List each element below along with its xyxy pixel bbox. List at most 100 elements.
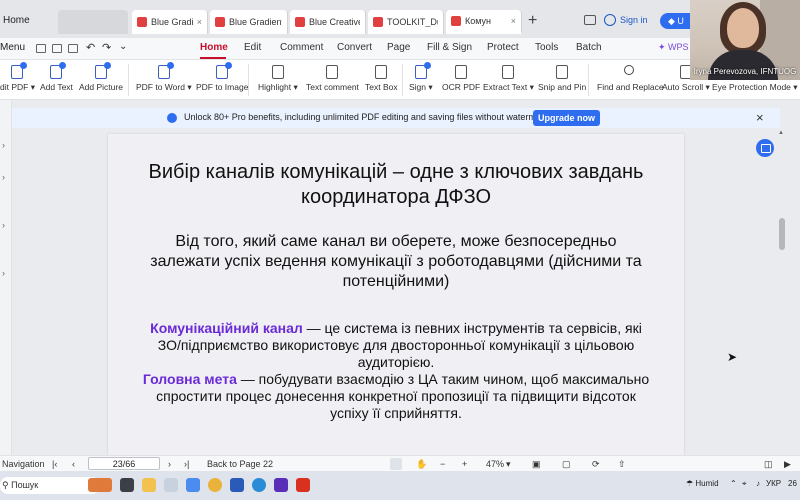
text-box-button[interactable]: Text Box bbox=[365, 64, 398, 92]
next-page-icon[interactable]: › bbox=[168, 459, 171, 469]
network-icon[interactable]: ⌖ bbox=[742, 479, 747, 489]
ocr-pdf-button[interactable]: OCR PDF bbox=[442, 64, 480, 92]
snip-and-pin-button[interactable]: Snip and Pin bbox=[538, 64, 586, 92]
slide-body: Комунікаційний канал — це система із пев… bbox=[116, 320, 676, 422]
tab-label: Комун bbox=[465, 16, 492, 26]
folder-icon[interactable] bbox=[36, 44, 46, 53]
select-tool-icon[interactable] bbox=[390, 458, 402, 470]
back-to-page-link[interactable]: Back to Page 22 bbox=[207, 459, 273, 469]
menu-convert[interactable]: Convert bbox=[337, 42, 372, 53]
menu-button[interactable]: Menu bbox=[0, 42, 25, 53]
pdf-icon bbox=[373, 17, 383, 27]
menu-home[interactable]: Home bbox=[200, 42, 228, 53]
sign-in-button[interactable]: Sign in bbox=[604, 14, 648, 26]
text-comment-button[interactable]: Text comment bbox=[306, 64, 359, 92]
sign-button[interactable]: Sign ▾ bbox=[409, 62, 433, 93]
extract-text-button[interactable]: Extract Text ▾ bbox=[483, 64, 534, 93]
window-icon[interactable] bbox=[584, 15, 596, 25]
tab-document-active[interactable]: Комун × bbox=[446, 10, 522, 34]
highlight-button[interactable]: Highlight ▾ bbox=[258, 64, 298, 93]
menu-protect[interactable]: Protect bbox=[487, 42, 519, 53]
zoom-level[interactable]: 47% bbox=[486, 459, 504, 469]
close-icon[interactable]: × bbox=[197, 17, 202, 27]
panel-marker[interactable]: › bbox=[2, 140, 5, 150]
ribbon-divider bbox=[128, 64, 129, 96]
tab-document[interactable]: Blue Gradient I bbox=[210, 10, 288, 34]
word-icon[interactable] bbox=[230, 478, 244, 492]
chevron-down-icon[interactable]: ▾ bbox=[506, 459, 511, 470]
close-icon[interactable]: × bbox=[511, 16, 516, 26]
fit-page-icon[interactable]: ▣ bbox=[532, 459, 541, 470]
new-tab-button[interactable]: + bbox=[528, 12, 537, 30]
edge-icon[interactable] bbox=[252, 478, 266, 492]
menu-batch[interactable]: Batch bbox=[576, 42, 602, 53]
panel-marker[interactable]: › bbox=[2, 172, 5, 182]
zoom-in-icon[interactable]: + bbox=[462, 459, 467, 469]
save-icon[interactable] bbox=[52, 44, 62, 53]
store-icon[interactable] bbox=[186, 478, 200, 492]
menu-tools[interactable]: Tools bbox=[535, 42, 558, 53]
tab-home[interactable]: Home bbox=[0, 8, 56, 34]
page-number-input[interactable]: 23/66 bbox=[88, 457, 160, 470]
pdf-to-word-button[interactable]: PDF to Word ▾ bbox=[136, 62, 192, 93]
rotate-icon[interactable]: ⟳ bbox=[592, 459, 600, 470]
clock[interactable]: 26 bbox=[788, 479, 797, 488]
reading-mode-icon[interactable]: ◫ bbox=[764, 459, 773, 470]
tab-document[interactable]: Blue Gradien × bbox=[132, 10, 208, 34]
mouse-cursor-icon: ➤ bbox=[727, 350, 738, 364]
volume-icon[interactable]: ♪ bbox=[756, 479, 760, 488]
navigation-toggle[interactable]: Navigation bbox=[2, 459, 45, 469]
zoom-out-icon[interactable]: − bbox=[440, 459, 445, 469]
widget-icon[interactable] bbox=[88, 478, 112, 492]
pdf-page[interactable]: Вибір каналів комунікацій – одне з ключо… bbox=[108, 134, 684, 455]
weather-widget[interactable]: ☂ Humid bbox=[686, 479, 719, 488]
file-explorer-icon[interactable] bbox=[142, 478, 156, 492]
scroll-up-arrow[interactable]: ▲ bbox=[778, 130, 784, 136]
tab-document[interactable]: TOOLKIT_Duali bbox=[368, 10, 444, 34]
tab-blank[interactable] bbox=[58, 10, 128, 34]
ribbon-toolbar: dit PDF ▾ Add Text Add Picture PDF to Wo… bbox=[0, 60, 800, 100]
menu-fill-sign[interactable]: Fill & Sign bbox=[427, 42, 472, 53]
add-picture-button[interactable]: Add Picture bbox=[79, 62, 123, 92]
wps-ai-button[interactable]: ✦ WPS bbox=[658, 42, 689, 53]
keyword: Комунікаційний канал bbox=[150, 320, 303, 336]
wps-pdf-icon[interactable] bbox=[296, 478, 310, 492]
viber-icon[interactable] bbox=[274, 478, 288, 492]
last-page-icon[interactable]: ›| bbox=[184, 459, 189, 469]
vertical-scrollbar[interactable]: ▲ bbox=[778, 130, 786, 455]
hand-tool-icon[interactable]: ✋ bbox=[416, 459, 427, 470]
next-icon[interactable]: ▶ bbox=[784, 459, 791, 470]
task-view-icon[interactable] bbox=[120, 478, 134, 492]
redo-icon[interactable]: ↷ bbox=[102, 41, 111, 54]
find-replace-button[interactable]: Find and Replace bbox=[597, 64, 664, 92]
add-text-button[interactable]: Add Text bbox=[40, 62, 73, 92]
first-page-icon[interactable]: |‹ bbox=[52, 459, 57, 469]
undo-icon[interactable]: ↶ bbox=[86, 41, 95, 54]
close-icon[interactable]: × bbox=[756, 110, 764, 125]
menu-page[interactable]: Page bbox=[387, 42, 410, 53]
chrome-icon[interactable] bbox=[208, 478, 222, 492]
scrollbar-thumb[interactable] bbox=[779, 218, 785, 250]
chevron-down-icon[interactable]: ⌄ bbox=[119, 41, 127, 52]
app-icon[interactable] bbox=[164, 478, 178, 492]
print-icon[interactable] bbox=[68, 44, 78, 53]
upgrade-now-button[interactable]: Upgrade now bbox=[533, 110, 600, 126]
side-assistant-button[interactable] bbox=[756, 139, 774, 157]
taskbar-search[interactable]: ⚲ Пошук bbox=[0, 477, 100, 494]
single-page-icon[interactable]: ▢ bbox=[562, 459, 571, 470]
pdf-to-image-button[interactable]: PDF to Image bbox=[196, 62, 248, 92]
tray-chevron-icon[interactable]: ⌃ bbox=[730, 479, 737, 488]
pdf-to-image-icon bbox=[214, 62, 233, 80]
panel-marker[interactable]: › bbox=[2, 220, 5, 230]
previous-page-icon[interactable]: ‹ bbox=[72, 459, 75, 469]
slide-subtitle: Від того, який саме канал ви оберете, мо… bbox=[150, 233, 642, 290]
ocr-icon bbox=[453, 64, 469, 80]
add-text-icon bbox=[48, 62, 67, 80]
menu-comment[interactable]: Comment bbox=[280, 42, 323, 53]
panel-marker[interactable]: › bbox=[2, 268, 5, 278]
tab-document[interactable]: Blue Creative I bbox=[290, 10, 366, 34]
language-indicator[interactable]: УКР bbox=[766, 479, 781, 488]
menu-edit[interactable]: Edit bbox=[244, 42, 261, 53]
edit-pdf-button[interactable]: dit PDF ▾ bbox=[0, 62, 35, 93]
export-icon[interactable]: ⇧ bbox=[618, 459, 626, 470]
